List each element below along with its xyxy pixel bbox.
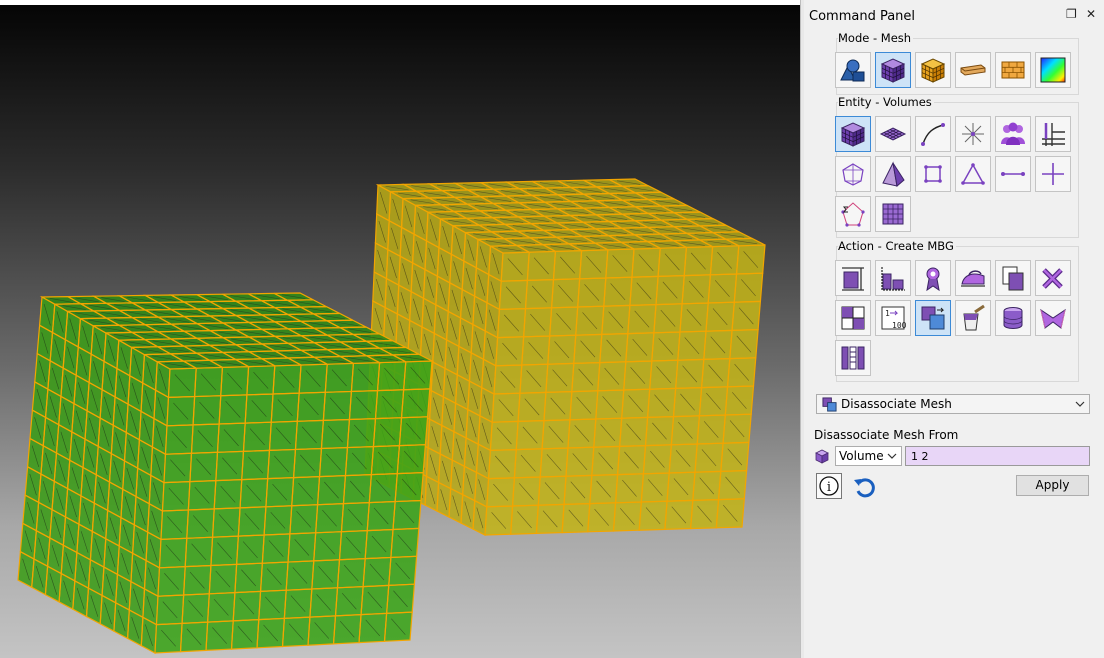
purple-grid-icon xyxy=(882,203,904,225)
entity-surfaces-button[interactable] xyxy=(875,116,911,152)
action-1-button[interactable] xyxy=(835,260,871,296)
node-star-icon xyxy=(962,123,984,145)
paint-bucket-icon xyxy=(963,304,985,331)
entity-type-value: Volume xyxy=(839,449,884,463)
action-8-button[interactable]: 1 100 xyxy=(875,300,911,336)
info-button[interactable]: i xyxy=(816,473,842,499)
mesh-cube-icon xyxy=(880,58,906,83)
action-2-button[interactable] xyxy=(875,260,911,296)
grid-icon xyxy=(1042,123,1065,146)
surface-mesh-icon xyxy=(879,127,907,141)
action-12-button[interactable] xyxy=(1035,300,1071,336)
analysis-mode-button[interactable] xyxy=(1035,52,1071,88)
entity-ids-input[interactable] xyxy=(905,446,1090,466)
sigma-icon xyxy=(841,202,865,227)
action-13-button[interactable] xyxy=(835,340,871,376)
disassociate-icon xyxy=(921,306,945,330)
materials-mode-button[interactable] xyxy=(955,52,991,88)
cross-node-icon xyxy=(1042,163,1064,185)
entity-node-element-button[interactable] xyxy=(1035,156,1071,192)
action-11-button[interactable] xyxy=(995,300,1031,336)
orange-mesh-cube-icon xyxy=(920,58,946,83)
mode-label: Mode - Mesh xyxy=(838,31,914,45)
curve-icon xyxy=(921,123,945,146)
group-people-icon xyxy=(1001,122,1025,145)
volume-cube-icon xyxy=(815,449,829,464)
entity-groups-button[interactable] xyxy=(995,116,1031,152)
float-panel-button[interactable]: ❐ xyxy=(1066,7,1077,21)
operation-dropdown[interactable]: Disassociate Mesh xyxy=(816,394,1090,414)
entity-hex-button[interactable] xyxy=(835,156,871,192)
copy-icon xyxy=(1002,266,1024,291)
command-panel: Command Panel ❐ ✕ Mode - Mesh Entity - V… xyxy=(804,0,1104,658)
ribbon-icon xyxy=(926,267,940,292)
action-4-button[interactable] xyxy=(955,260,991,296)
disassociate-icon xyxy=(822,397,837,412)
action-label: Action - Create MBG xyxy=(838,239,956,253)
info-glyph: i xyxy=(827,480,831,495)
split-grid-icon xyxy=(841,306,865,330)
hex-build-icon xyxy=(842,267,864,291)
entity-tet-button[interactable] xyxy=(875,156,911,192)
action-5-button[interactable] xyxy=(995,260,1031,296)
chevron-down-icon xyxy=(1075,401,1085,407)
entity-volumes-button[interactable] xyxy=(835,116,871,152)
contour-gradient-icon xyxy=(1040,57,1066,83)
mesh-columns-icon xyxy=(881,267,905,291)
mesh-scene[interactable] xyxy=(0,5,800,658)
quad-element-icon xyxy=(924,165,942,183)
mesh-cube-left[interactable] xyxy=(17,292,435,654)
cylinder-icon xyxy=(1003,307,1023,329)
mesh-mode-button[interactable] xyxy=(875,52,911,88)
chevron-down-icon xyxy=(887,453,897,459)
entity-label: Entity - Volumes xyxy=(838,95,934,109)
action-10-button[interactable] xyxy=(955,300,991,336)
entity-type-select[interactable]: Volume xyxy=(835,446,902,466)
edge-element-icon xyxy=(1001,172,1025,176)
operation-selected: Disassociate Mesh xyxy=(841,397,952,411)
entity-edge-button[interactable] xyxy=(995,156,1031,192)
entity-quad-button[interactable] xyxy=(915,156,951,192)
boundary-conditions-mode-button[interactable] xyxy=(915,52,951,88)
columns-icon xyxy=(841,346,865,370)
tet-element-icon xyxy=(882,161,905,187)
geometry-mode-button[interactable] xyxy=(835,52,871,88)
entity-matrix-button[interactable] xyxy=(875,196,911,232)
hex-element-icon xyxy=(842,163,864,186)
tri-element-icon xyxy=(961,163,985,185)
iron-icon xyxy=(961,270,985,287)
graphics-viewport[interactable] xyxy=(0,5,800,658)
entity-nodes-button[interactable] xyxy=(955,116,991,152)
svg-text:1: 1 xyxy=(885,309,890,318)
action-3-button[interactable] xyxy=(915,260,951,296)
delete-x-icon xyxy=(1042,268,1063,289)
material-beam-icon xyxy=(960,64,986,76)
volume-mesh-icon xyxy=(840,122,866,147)
svg-text:100: 100 xyxy=(892,321,907,330)
action-6-button[interactable] xyxy=(1035,260,1071,296)
disassociate-from-label: Disassociate Mesh From xyxy=(814,428,959,442)
blocks-icon xyxy=(1001,61,1025,79)
geometry-shapes-icon xyxy=(840,59,865,82)
warp-icon xyxy=(1040,308,1066,329)
entity-curves-button[interactable] xyxy=(915,116,951,152)
panel-title: Command Panel xyxy=(809,9,916,24)
action-7-button[interactable] xyxy=(835,300,871,336)
entity-tri-button[interactable] xyxy=(955,156,991,192)
reset-arrow-icon[interactable] xyxy=(852,474,878,500)
info-icon: i xyxy=(819,476,839,496)
apply-button[interactable]: Apply xyxy=(1016,475,1089,496)
close-panel-button[interactable]: ✕ xyxy=(1086,7,1096,21)
entity-grid-button[interactable] xyxy=(1035,116,1071,152)
renumber-icon: 1100 xyxy=(881,306,907,330)
blocks-mode-button[interactable] xyxy=(995,52,1031,88)
entity-sum-button[interactable] xyxy=(835,196,871,232)
action-9-button[interactable] xyxy=(915,300,951,336)
